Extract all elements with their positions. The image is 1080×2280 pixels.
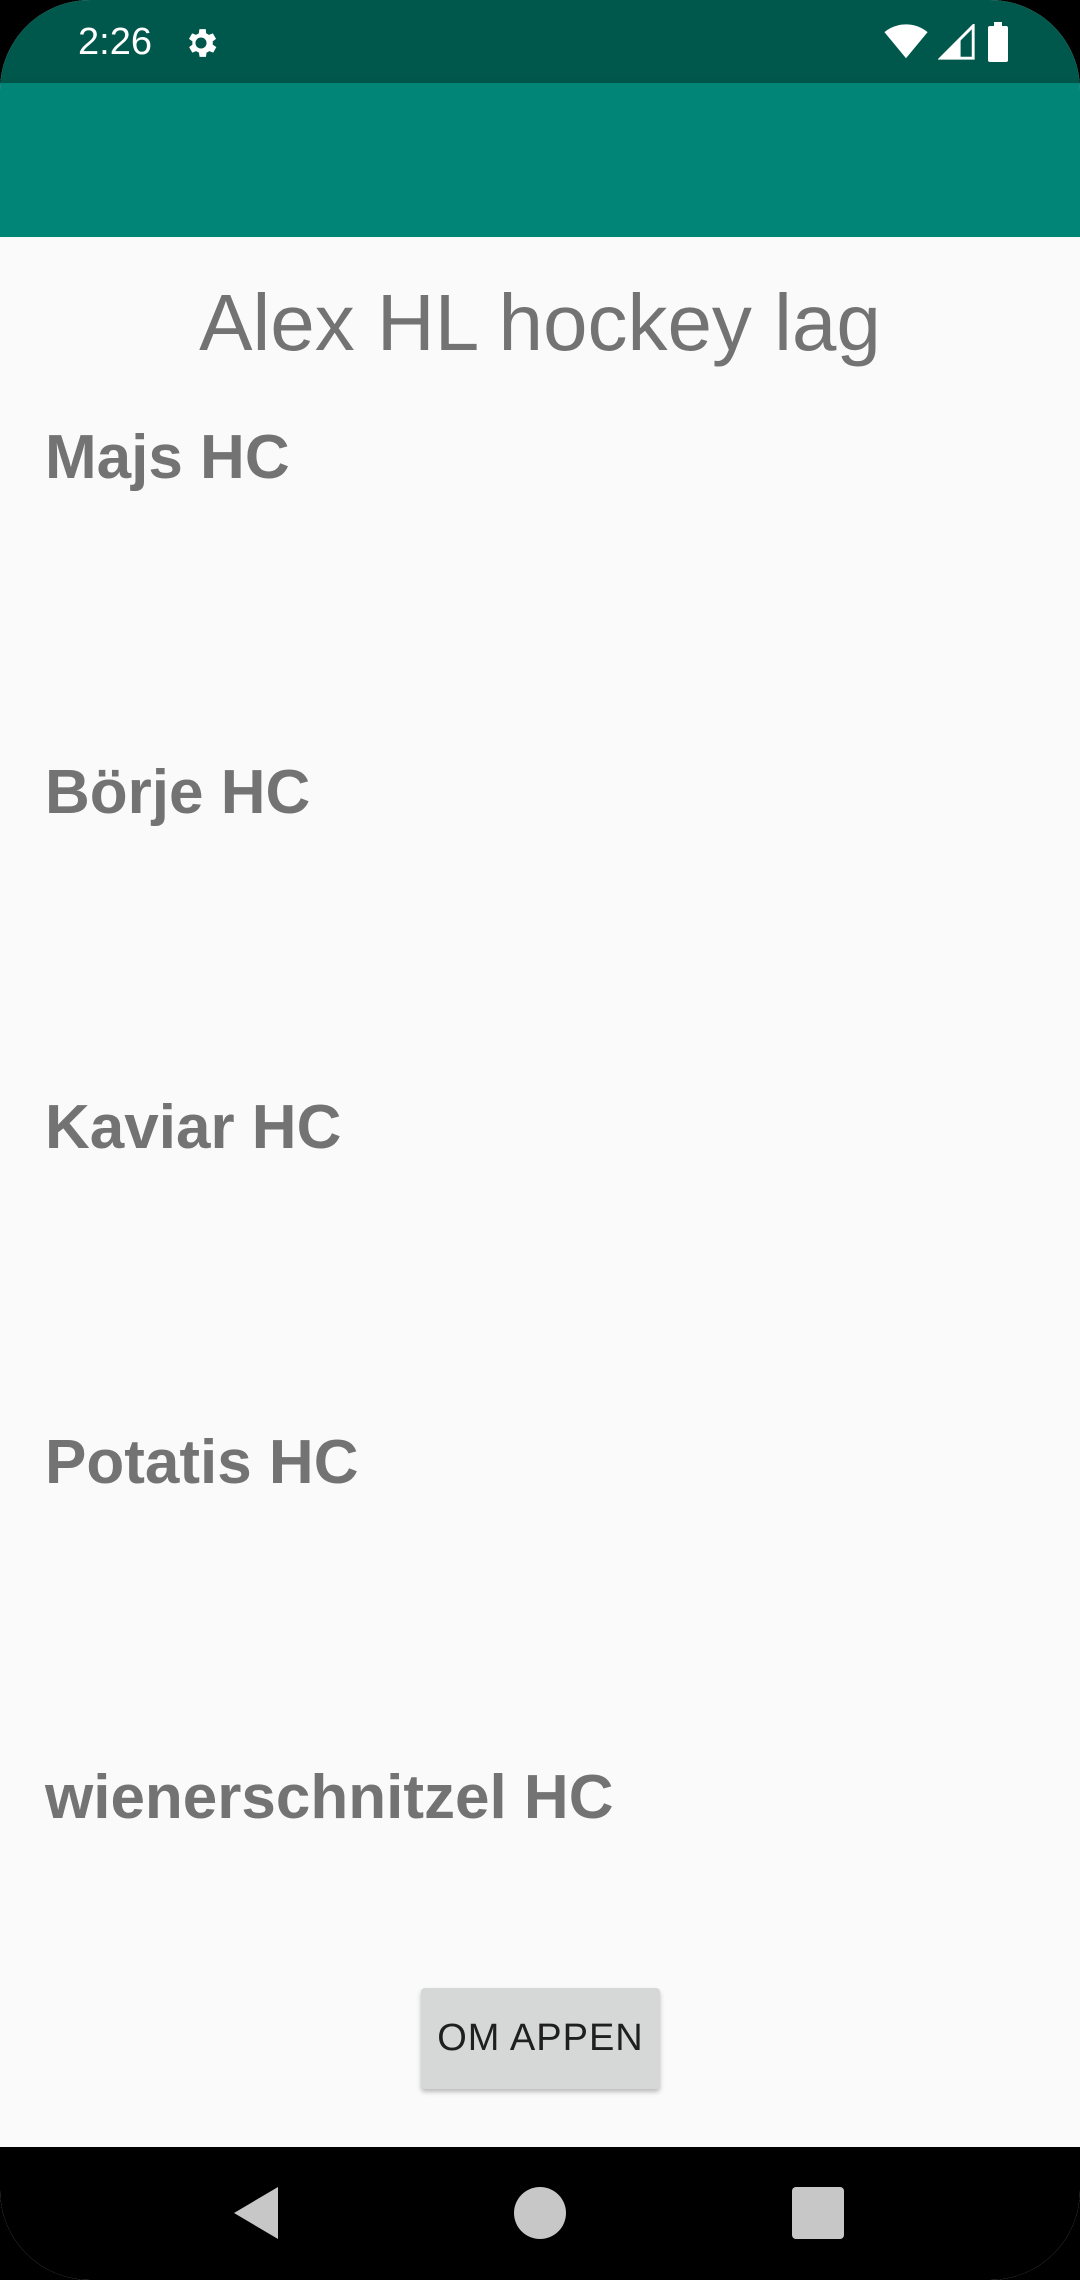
wifi-icon	[884, 24, 928, 59]
team-item-potatis[interactable]: Potatis HC	[45, 1426, 358, 1500]
gear-icon	[188, 29, 217, 57]
team-item-majs[interactable]: Majs HC	[45, 421, 290, 495]
about-app-button[interactable]: OM APPEN	[421, 1988, 660, 2089]
status-icons	[884, 22, 1010, 62]
recents-icon[interactable]	[786, 2181, 850, 2245]
team-item-kaviar[interactable]: Kaviar HC	[45, 1091, 341, 1165]
app-bar	[0, 83, 1080, 237]
phone-screen: 2:26 Alex HL hockey lag Majs HC Börje HC…	[0, 0, 1080, 2280]
main-content: Alex HL hockey lag Majs HC Börje HC Kavi…	[0, 237, 1080, 2147]
battery-icon	[988, 22, 1008, 62]
navigation-bar	[0, 2147, 1080, 2280]
signal-icon	[938, 24, 975, 60]
home-icon[interactable]	[508, 2181, 572, 2245]
status-time: 2:26	[78, 21, 152, 63]
team-item-borje[interactable]: Börje HC	[45, 756, 310, 830]
back-icon[interactable]	[226, 2181, 290, 2245]
page-title: Alex HL hockey lag	[199, 278, 881, 367]
status-bar: 2:26	[0, 0, 1080, 83]
team-item-wienerschnitzel[interactable]: wienerschnitzel HC	[45, 1761, 613, 1835]
